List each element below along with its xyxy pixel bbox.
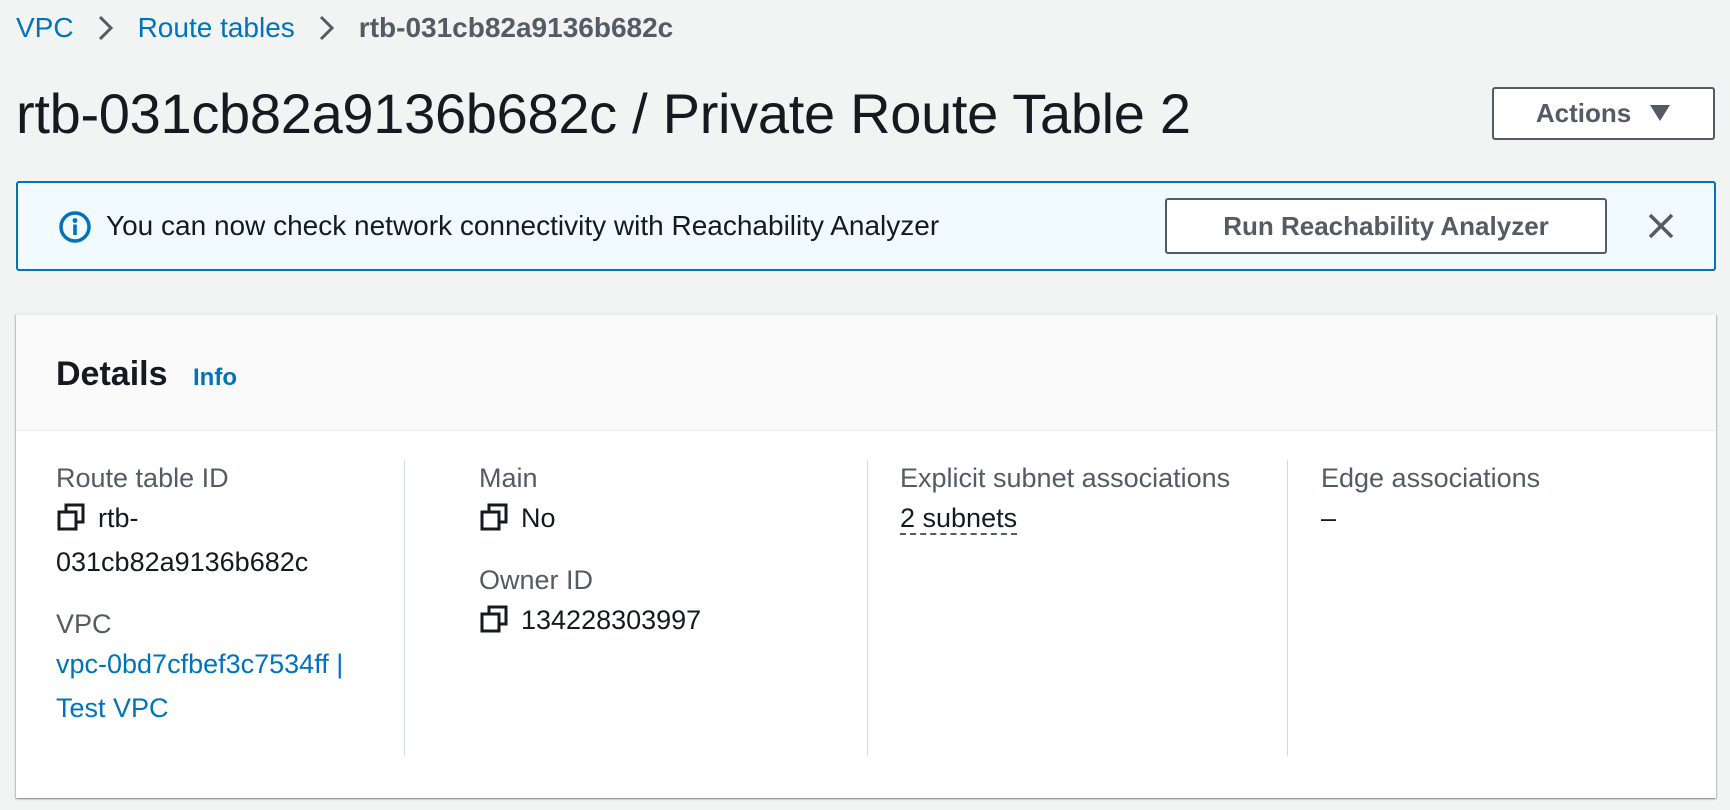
main-value: No [479, 496, 809, 540]
run-reachability-analyzer-button[interactable]: Run Reachability Analyzer [1165, 198, 1607, 254]
main-label: Main [479, 463, 538, 493]
details-column-4: Edge associations – [1321, 460, 1681, 756]
breadcrumb: VPC Route tables rtb-031cb82a9136b682c [16, 10, 673, 46]
subnets-popover-trigger[interactable]: 2 subnets [900, 503, 1018, 535]
banner-message: You can now check network connectivity w… [106, 210, 940, 241]
close-icon[interactable] [1643, 208, 1679, 244]
explicit-subnet-associations-label: Explicit subnet associations [900, 463, 1231, 493]
breadcrumb-current: rtb-031cb82a9136b682c [358, 12, 674, 43]
route-table-id-line1: rtb- [98, 503, 139, 533]
vpc-value: vpc-0bd7cfbef3c7534ff | Test VPC [56, 642, 396, 730]
vpc-link-line1: vpc-0bd7cfbef3c7534ff | [56, 649, 344, 679]
details-panel: Details Info Route table ID rtb- 031cb82… [16, 314, 1716, 798]
copy-icon[interactable] [479, 502, 509, 532]
actions-button[interactable]: Actions [1492, 87, 1715, 140]
owner-id-label: Owner ID [479, 565, 594, 595]
details-column-3: Explicit subnet associations 2 subnets [900, 460, 1300, 756]
page-title: rtb-031cb82a9136b682c / Private Route Ta… [16, 82, 1191, 145]
vpc-link-line2: Test VPC [56, 693, 169, 723]
column-divider [867, 460, 868, 756]
edge-associations-label: Edge associations [1321, 463, 1541, 493]
column-divider [1287, 460, 1288, 756]
owner-id-value: 134228303997 [479, 598, 809, 642]
reachability-info-banner: You can now check network connectivity w… [16, 181, 1716, 271]
chevron-right-icon [295, 10, 359, 46]
info-circle-icon [58, 210, 92, 244]
breadcrumb-vpc-link[interactable]: VPC [16, 10, 74, 46]
breadcrumb-route-tables-link[interactable]: Route tables [138, 10, 295, 46]
copy-icon[interactable] [479, 604, 509, 634]
actions-button-label: Actions [1535, 98, 1632, 128]
details-header: Details Info [16, 315, 1716, 431]
explicit-subnet-associations-value: 2 subnets [900, 496, 1300, 535]
route-table-id-value: rtb- 031cb82a9136b682c [56, 496, 396, 584]
column-divider [404, 460, 405, 756]
details-title: Details [56, 355, 168, 393]
details-info-link[interactable]: Info [193, 362, 237, 394]
route-table-id-label: Route table ID [56, 463, 229, 493]
main-value-text: No [521, 503, 556, 533]
edge-associations-value: – [1321, 503, 1337, 533]
vpc-label: VPC [56, 609, 112, 639]
details-column-2: Main No Owner ID 134228303997 [479, 460, 809, 756]
caret-down-icon [1649, 98, 1671, 129]
route-table-id-line2: 031cb82a9136b682c [56, 547, 309, 577]
details-column-1: Route table ID rtb- 031cb82a9136b682c VP… [56, 460, 396, 756]
copy-icon[interactable] [56, 502, 86, 532]
chevron-right-icon [74, 10, 138, 46]
owner-id-text: 134228303997 [521, 605, 702, 635]
vpc-link[interactable]: vpc-0bd7cfbef3c7534ff | Test VPC [56, 649, 343, 723]
route-table-id-text: rtb- 031cb82a9136b682c [56, 496, 388, 584]
